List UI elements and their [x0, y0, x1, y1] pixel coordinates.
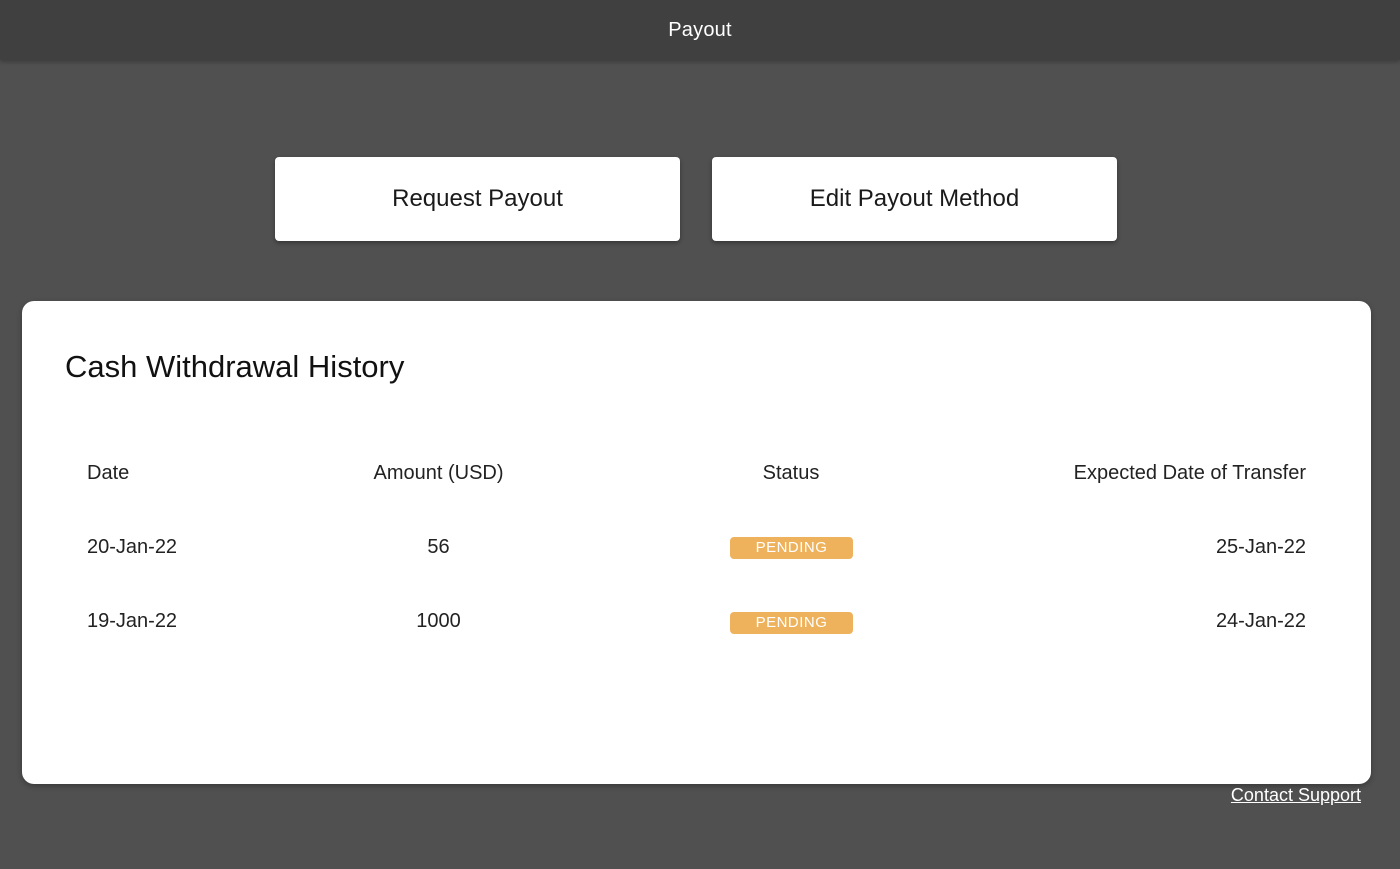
status-badge: PENDING [730, 537, 853, 559]
contact-support-link[interactable]: Contact Support [1231, 785, 1361, 806]
row-amount: 1000 [416, 610, 461, 632]
row-date: 20-Jan-22 [87, 536, 178, 558]
column-header-date: Date [87, 462, 130, 484]
row-expected-date: 25-Jan-22 [1215, 536, 1306, 558]
top-bar: Payout [0, 0, 1400, 60]
edit-payout-method-button[interactable]: Edit Payout Method [712, 157, 1117, 241]
status-badge-label: PENDING [730, 537, 853, 559]
row-expected-date: 24-Jan-22 [1215, 610, 1306, 632]
withdrawal-history-card: Cash Withdrawal History Date Amount (USD… [22, 301, 1371, 784]
row-date: 19-Jan-22 [87, 610, 178, 632]
column-header-expected-date: Expected Date of Transfer [1073, 462, 1306, 484]
request-payout-button[interactable]: Request Payout [275, 157, 680, 241]
status-badge-label: PENDING [730, 612, 853, 634]
column-header-amount: Amount (USD) [373, 462, 504, 484]
status-badge: PENDING [730, 612, 853, 634]
column-header-status: Status [762, 462, 820, 484]
row-amount: 56 [427, 536, 450, 558]
history-title: Cash Withdrawal History [65, 349, 405, 384]
page-title: Payout [668, 18, 732, 41]
